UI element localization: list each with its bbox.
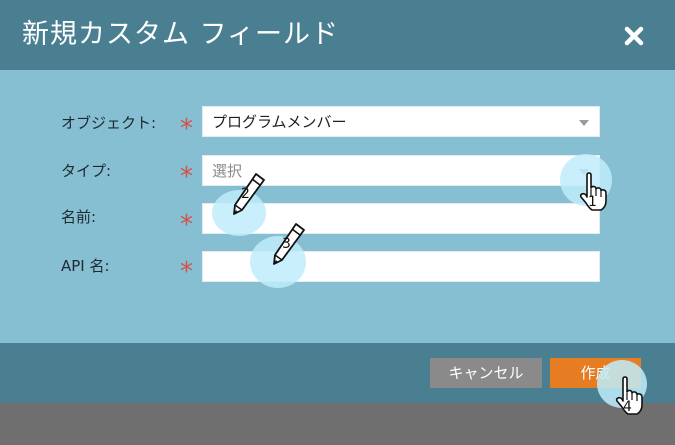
step-number-2: 2 [241,186,250,202]
step-number-3: 3 [282,236,291,252]
cancel-button[interactable]: キャンセル [430,358,542,388]
object-select[interactable]: プログラムメンバー [202,106,600,137]
required-marker: * [180,162,193,192]
name-label: 名前: [61,208,97,226]
object-label: オブジェクト: [61,114,157,132]
required-marker: * [180,257,193,287]
type-label: タイプ: [61,162,112,180]
required-marker: * [180,114,193,144]
dialog-title: 新規カスタム フィールド [22,19,340,50]
required-marker: * [180,210,193,240]
close-icon[interactable] [620,22,648,50]
step-number-1: 1 [588,194,597,210]
api-name-label: API 名: [61,257,110,275]
dialog-header: 新規カスタム フィールド [0,0,675,70]
object-select-value: プログラムメンバー [212,113,347,131]
chevron-down-icon [579,120,589,126]
step-number-4: 4 [623,399,632,415]
